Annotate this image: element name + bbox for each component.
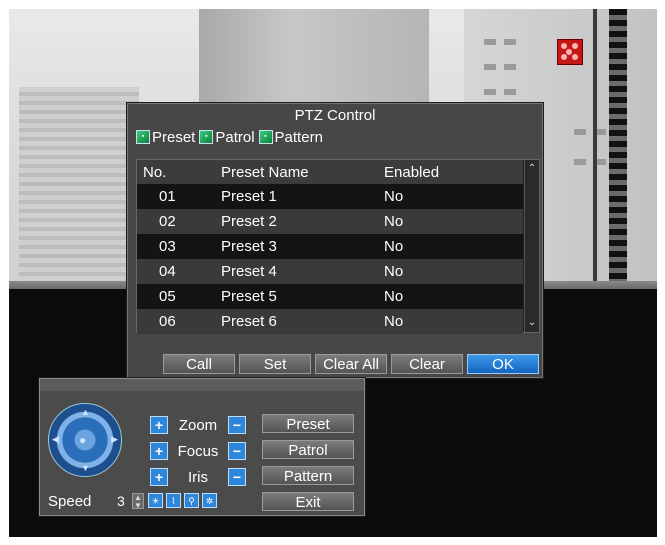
record-indicator-icon xyxy=(557,39,583,65)
preset-button[interactable]: Preset xyxy=(262,414,354,433)
pan-up-icon[interactable]: ▲ xyxy=(81,407,90,417)
tab-preset[interactable]: ▪ Preset xyxy=(136,126,195,148)
iris-open-button[interactable]: + xyxy=(150,468,168,486)
exit-button[interactable]: Exit xyxy=(262,492,354,511)
panel-header xyxy=(40,379,364,391)
scroll-up-icon[interactable]: ⌃ xyxy=(526,163,538,175)
zoom-control: + Zoom − xyxy=(150,415,246,435)
speed-value[interactable]: 3 xyxy=(117,493,125,509)
focus-control: + Focus − xyxy=(150,441,246,461)
tab-patrol[interactable]: ▪ Patrol xyxy=(199,126,255,148)
pan-left-icon[interactable]: ◀ xyxy=(52,434,59,445)
pan-right-icon[interactable]: ▶ xyxy=(111,434,118,445)
focus-in-button[interactable]: + xyxy=(150,442,168,460)
auto-pan-icon[interactable]: ● xyxy=(79,433,86,447)
table-row[interactable]: 02 Preset 2 No xyxy=(137,209,523,234)
table-row[interactable]: 05 Preset 5 No xyxy=(137,284,523,309)
dialog-title: PTZ Control xyxy=(294,107,376,124)
ok-button[interactable]: OK xyxy=(467,354,539,374)
tab-bar: ▪ Preset ▪ Patrol ▪ Pattern xyxy=(136,126,323,148)
call-button[interactable]: Call xyxy=(163,354,235,374)
ptz-panel: ▲ ▼ ◀ ▶ ● + Zoom − + Focus − + Iris − Pr… xyxy=(39,378,365,516)
zoom-in-button[interactable]: + xyxy=(150,416,168,434)
zoom-out-button[interactable]: − xyxy=(228,416,246,434)
direction-pad[interactable]: ▲ ▼ ◀ ▶ ● xyxy=(48,403,122,477)
preset-tab-icon: ▪ xyxy=(136,130,150,144)
table-row[interactable]: 06 Preset 6 No xyxy=(137,309,523,334)
speed-label: Speed xyxy=(48,493,92,510)
set-button[interactable]: Set xyxy=(239,354,311,374)
table-scrollbar[interactable]: ⌃ ⌄ xyxy=(524,160,539,332)
zoom-3d-icon[interactable]: ⚲ xyxy=(184,493,199,508)
speed-spinner-icon[interactable]: ▲ ▼ xyxy=(132,493,144,510)
auto-scan-icon[interactable]: ✲ xyxy=(202,493,217,508)
ptz-control-dialog: PTZ Control ▪ Preset ▪ Patrol ▪ Pattern … xyxy=(127,103,543,378)
table-row[interactable]: 04 Preset 4 No xyxy=(137,259,523,284)
preset-table: No. Preset Name Enabled 01 Preset 1 No 0… xyxy=(136,159,540,334)
wiper-icon[interactable]: ⌇ xyxy=(166,493,181,508)
building-left xyxy=(19,87,139,302)
patrol-button[interactable]: Patrol xyxy=(262,440,354,459)
light-icon[interactable]: ☀ xyxy=(148,493,163,508)
focus-out-button[interactable]: − xyxy=(228,442,246,460)
iris-control: + Iris − xyxy=(150,467,246,487)
pattern-button[interactable]: Pattern xyxy=(262,466,354,485)
column-header-enabled: Enabled xyxy=(384,164,440,181)
column-header-no: No. xyxy=(143,164,167,181)
scroll-down-icon[interactable]: ⌄ xyxy=(526,317,538,329)
pattern-tab-icon: ▪ xyxy=(258,130,273,144)
patrol-tab-icon: ▪ xyxy=(199,130,214,144)
iris-close-button[interactable]: − xyxy=(228,468,246,486)
pole-shadow xyxy=(593,9,597,309)
table-row[interactable]: 03 Preset 3 No xyxy=(137,234,523,259)
pole xyxy=(609,9,627,309)
table-header: No. Preset Name Enabled xyxy=(137,160,523,184)
tab-pattern[interactable]: ▪ Pattern xyxy=(258,126,323,148)
table-row[interactable]: 01 Preset 1 No xyxy=(137,184,523,209)
pan-down-icon[interactable]: ▼ xyxy=(81,463,90,473)
clear-all-button[interactable]: Clear All xyxy=(315,354,387,374)
clear-button[interactable]: Clear xyxy=(391,354,463,374)
dialog-button-bar: Call Set Clear All Clear OK xyxy=(163,354,539,374)
column-header-preset-name: Preset Name xyxy=(221,164,309,181)
